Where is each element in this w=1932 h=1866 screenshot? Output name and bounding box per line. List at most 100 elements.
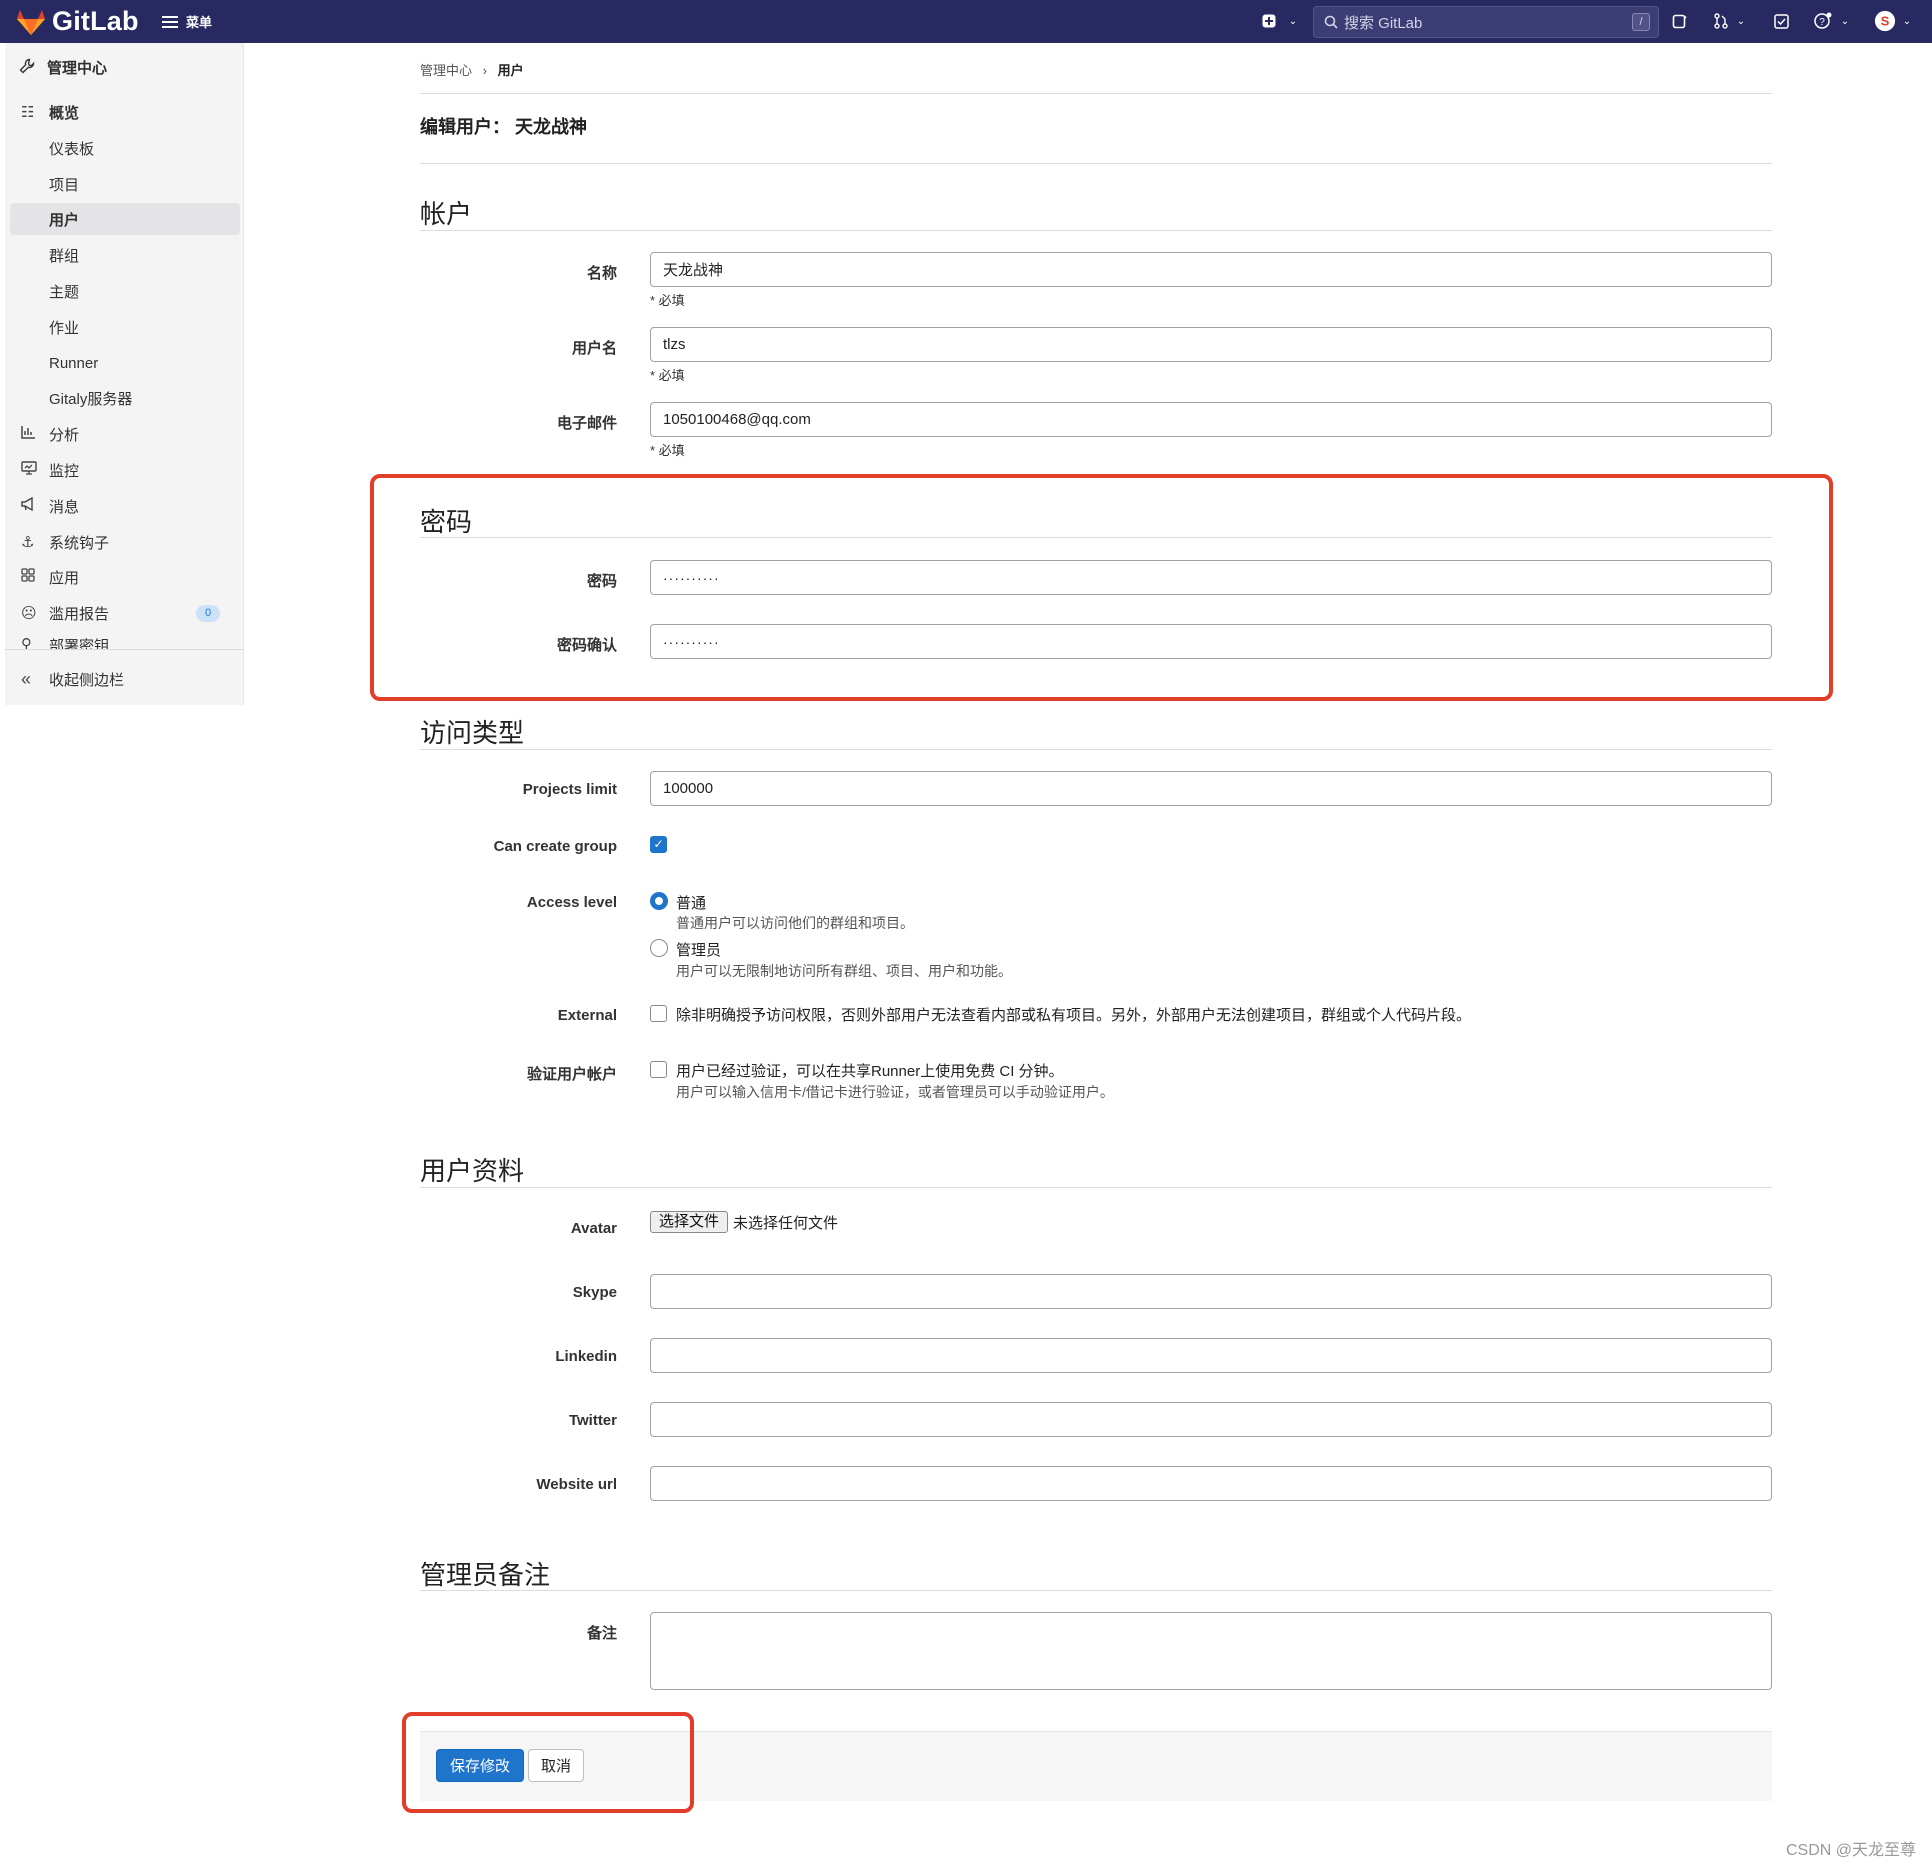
avatar-label: Avatar <box>570 1220 617 1237</box>
sidebar-item-overview[interactable]: ☷ 概览 <box>5 96 240 128</box>
gitlab-logo[interactable]: GitLab <box>16 6 139 37</box>
chevron-down-icon[interactable]: ⌄ <box>1282 10 1304 32</box>
access-level-admin-radio[interactable] <box>650 939 668 957</box>
sidebar-item-gitaly[interactable]: Gitaly服务器 <box>5 382 240 414</box>
sidebar-item-messages[interactable]: 消息 <box>5 490 240 522</box>
external-label: External <box>557 1007 617 1024</box>
chart-icon <box>21 425 49 443</box>
note-label: 备注 <box>586 1625 617 1642</box>
sidebar-item-runner[interactable]: Runner <box>5 347 240 379</box>
can-create-group-label: Can create group <box>493 838 617 855</box>
section-title-access: 访问类型 <box>420 718 525 748</box>
section-title-admin-notes: 管理员备注 <box>420 1560 551 1590</box>
merge-request-icon[interactable] <box>1710 10 1732 32</box>
username-label: 用户名 <box>571 340 617 357</box>
avatar[interactable]: S <box>1874 10 1896 32</box>
projects-limit-field[interactable]: 100000 <box>650 771 1772 806</box>
watermark: CSDN @天龙至尊 <box>1785 1842 1916 1859</box>
top-navbar: GitLab 菜单 ⌄ 搜索 GitLab / ⌄ ? ⌄ S ⌄ <box>0 0 1932 43</box>
chevron-down-icon[interactable]: ⌄ <box>1834 10 1856 32</box>
search-placeholder: 搜索 GitLab <box>1344 14 1423 32</box>
username-field[interactable]: tlzs <box>650 327 1772 362</box>
linkedin-label: Linkedin <box>555 1348 617 1365</box>
email-field[interactable]: 1050100468@qq.com <box>650 402 1772 437</box>
breadcrumb-separator: › <box>482 63 487 78</box>
new-item-icon[interactable] <box>1258 10 1280 32</box>
note-textarea[interactable] <box>650 1612 1772 1690</box>
website-label: Website url <box>536 1476 617 1493</box>
section-title-profile: 用户资料 <box>420 1156 525 1186</box>
divider <box>420 749 1772 750</box>
required-note: * 必填 <box>650 293 685 308</box>
chevron-down-icon[interactable]: ⌄ <box>1896 10 1918 32</box>
name-field[interactable]: 天龙战神 <box>650 252 1772 287</box>
sidebar-header[interactable]: 管理中心 <box>19 57 107 78</box>
menu-button[interactable]: 菜单 <box>162 12 212 31</box>
external-description: 除非明确授予访问权限，否则外部用户无法查看内部或私有项目。另外，外部用户无法创建… <box>676 1007 1472 1024</box>
skype-field[interactable] <box>650 1274 1772 1309</box>
tanuki-icon <box>17 9 45 35</box>
annotation-highlight-password <box>370 474 1833 701</box>
sidebar-item-topics[interactable]: 主题 <box>5 275 240 307</box>
access-level-admin-label[interactable]: 管理员 <box>676 939 721 960</box>
double-chevron-left-icon: « <box>21 668 32 689</box>
verify-user-help: 用户可以输入信用卡/借记卡进行验证，或者管理员可以手动验证用户。 <box>676 1084 1114 1100</box>
can-create-group-checkbox[interactable]: ✓ <box>650 836 667 853</box>
collapse-sidebar-button[interactable]: « 收起侧边栏 <box>5 663 240 695</box>
email-label: 电子邮件 <box>556 415 617 432</box>
twitter-field[interactable] <box>650 1402 1772 1437</box>
hamburger-icon <box>162 15 178 28</box>
access-level-regular-label[interactable]: 普通 <box>676 892 706 913</box>
breadcrumb-parent[interactable]: 管理中心 <box>420 63 472 78</box>
external-checkbox[interactable] <box>650 1005 667 1022</box>
apps-grid-icon <box>21 568 49 586</box>
chevron-down-icon[interactable]: ⌄ <box>1730 10 1752 32</box>
issues-icon[interactable] <box>1668 10 1690 32</box>
linkedin-field[interactable] <box>650 1338 1772 1373</box>
skype-label: Skype <box>572 1284 617 1301</box>
page-title: 编辑用户： 天龙战神 <box>420 117 588 137</box>
key-icon: ⚲ <box>21 636 32 649</box>
breadcrumb: 管理中心 › 用户 <box>420 60 524 79</box>
divider <box>420 1187 1772 1188</box>
admin-sidebar: 管理中心 ☷ 概览 仪表板 项目 用户 群组 主题 作业 Runner Gita… <box>5 43 244 705</box>
verify-user-label: 验证用户帐户 <box>526 1066 617 1083</box>
access-level-regular-radio[interactable] <box>650 892 668 910</box>
sidebar-item-users[interactable]: 用户 <box>10 203 240 235</box>
monitor-icon <box>21 461 49 479</box>
svg-text:?: ? <box>1819 17 1825 28</box>
sidebar-item-system-hooks[interactable]: ⚓ 系统钩子 <box>5 526 240 558</box>
access-level-admin-help: 用户可以无限制地访问所有群组、项目、用户和功能。 <box>676 963 1012 979</box>
sidebar-item-analytics[interactable]: 分析 <box>5 418 240 450</box>
website-field[interactable] <box>650 1466 1772 1501</box>
sidebar-item-applications[interactable]: 应用 <box>5 561 240 593</box>
sidebar-item-dashboard[interactable]: 仪表板 <box>5 132 240 164</box>
choose-file-button[interactable]: 选择文件 <box>650 1211 729 1233</box>
sidebar-item-groups[interactable]: 群组 <box>5 239 240 271</box>
verify-user-checkbox[interactable] <box>650 1061 667 1078</box>
smiley-icon: ☹ <box>21 605 37 622</box>
twitter-label: Twitter <box>568 1412 617 1429</box>
search-icon <box>1324 15 1338 29</box>
brand-name: GitLab <box>52 6 139 36</box>
divider <box>420 1590 1772 1591</box>
name-label: 名称 <box>586 265 617 282</box>
search-input[interactable]: 搜索 GitLab / <box>1313 6 1659 38</box>
sidebar-item-abuse-reports[interactable]: ☹ 滥用报告 0 <box>5 597 240 629</box>
overview-icon: ☷ <box>21 104 35 121</box>
svg-text:S: S <box>1881 14 1890 29</box>
sidebar-item-projects[interactable]: 项目 <box>5 168 240 200</box>
menu-label: 菜单 <box>186 15 213 30</box>
sidebar-item-jobs[interactable]: 作业 <box>5 311 240 343</box>
abuse-count-badge: 0 <box>196 605 220 622</box>
file-status-text: 未选择任何文件 <box>733 1215 839 1232</box>
search-shortcut-hint: / <box>1632 13 1650 31</box>
breadcrumb-current[interactable]: 用户 <box>498 63 524 78</box>
todo-icon[interactable] <box>1770 10 1792 32</box>
sidebar-item-deploy-keys[interactable]: ⚲ 部署密钥 <box>5 629 240 649</box>
sidebar-item-monitoring[interactable]: 监控 <box>5 454 240 486</box>
access-level-label: Access level <box>526 894 617 911</box>
help-icon[interactable]: ? <box>1812 10 1834 32</box>
divider <box>420 163 1772 164</box>
divider <box>420 93 1772 94</box>
